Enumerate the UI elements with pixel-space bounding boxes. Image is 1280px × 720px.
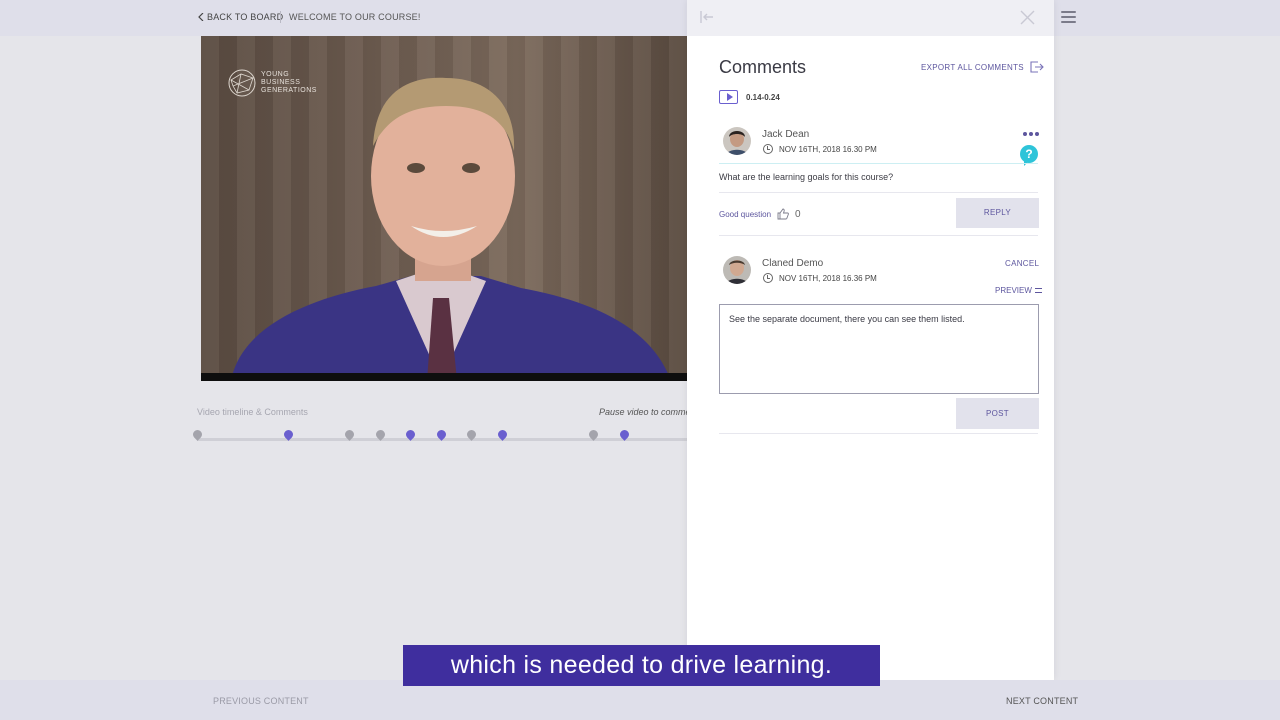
export-icon [1030, 61, 1044, 73]
video-caption: which is needed to drive learning. [403, 645, 880, 686]
comment-date: NOV 16TH, 2018 16.30 PM [763, 144, 877, 154]
top-bar [0, 0, 1280, 36]
divider [719, 433, 1038, 434]
post-button[interactable]: POST [956, 398, 1039, 429]
divider [719, 235, 1038, 236]
preview-label: PREVIEW [995, 286, 1032, 295]
comments-title: Comments [719, 57, 807, 77]
comment-author: Jack Dean [762, 129, 810, 140]
preview-button[interactable]: PREVIEW [995, 286, 1042, 295]
breadcrumb-divider [280, 11, 281, 23]
reply-textarea[interactable]: See the separate document, there you can… [719, 304, 1039, 394]
timeline-hint: Pause video to comment [599, 407, 687, 417]
reply-date: NOV 16TH, 2018 16.36 PM [763, 273, 877, 283]
timeline-label: Video timeline & Comments [197, 407, 308, 417]
logo-text-line2: BUSINESS [261, 79, 301, 86]
next-content-button[interactable]: NEXT CONTENT [1006, 696, 1078, 706]
clip-range: 0.14-0.24 [719, 90, 780, 104]
page-title: WELCOME TO OUR COURSE! [289, 12, 421, 22]
globe-logo-icon [228, 69, 256, 97]
good-question-row: Good question 0 [719, 208, 801, 220]
logo-text-line3: GENERATIONS [261, 87, 317, 94]
clock-icon [763, 144, 773, 154]
close-icon[interactable] [1020, 10, 1035, 25]
young-business-generations-logo: YOUNG BUSINESS GENERATIONS [227, 68, 317, 98]
video-player[interactable]: YOUNG BUSINESS GENERATIONS [201, 36, 687, 381]
collapse-panel-icon[interactable] [699, 10, 715, 24]
preview-toggle-icon [1034, 288, 1042, 293]
video-bottom-bar [201, 373, 687, 381]
divider [719, 192, 1038, 193]
logo-text-line1: YOUNG [261, 71, 290, 78]
back-to-board-label: BACK TO BOARD [207, 12, 284, 22]
comments-panel: Comments EXPORT ALL COMMENTS 0.14-0.24 J… [687, 0, 1054, 680]
cancel-button[interactable]: CANCEL [1005, 259, 1039, 268]
reply-button[interactable]: REPLY [956, 198, 1039, 228]
more-options-icon[interactable] [1023, 132, 1039, 136]
comment-date-text: NOV 16TH, 2018 16.30 PM [779, 144, 877, 154]
export-label: EXPORT ALL COMMENTS [921, 62, 1024, 72]
chevron-left-icon [198, 13, 204, 21]
comment-text: What are the learning goals for this cou… [719, 172, 894, 182]
divider [719, 163, 1038, 164]
good-question-label: Good question [719, 209, 772, 219]
avatar [723, 256, 751, 284]
hamburger-menu-icon[interactable] [1061, 11, 1076, 23]
play-clip-icon[interactable] [719, 90, 738, 104]
reply-date-text: NOV 16TH, 2018 16.36 PM [779, 273, 877, 283]
question-badge-icon: ? [1020, 145, 1038, 166]
avatar [723, 127, 751, 155]
back-to-board-link[interactable]: BACK TO BOARD [198, 12, 283, 22]
previous-content-button[interactable]: PREVIOUS CONTENT [213, 696, 309, 706]
footer-bar [0, 680, 1280, 720]
clock-icon [763, 273, 773, 283]
clip-range-label: 0.14-0.24 [746, 92, 780, 102]
export-all-comments-button[interactable]: EXPORT ALL COMMENTS [921, 61, 1044, 73]
thumbs-up-icon[interactable] [777, 208, 789, 220]
like-count: 0 [795, 208, 801, 220]
reply-author: Claned Demo [762, 258, 824, 269]
panel-header-bar [687, 0, 1054, 36]
